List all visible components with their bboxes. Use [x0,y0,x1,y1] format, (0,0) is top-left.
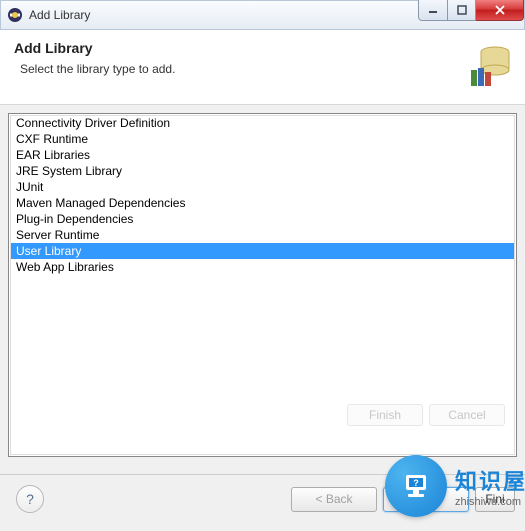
window-controls [418,0,524,21]
ghost-cancel-button: Cancel [429,404,505,426]
library-icon [467,40,511,88]
list-item[interactable]: JUnit [10,179,515,195]
watermark-badge-icon: ? [385,455,447,517]
page-subtitle: Select the library type to add. [14,62,175,76]
maximize-button[interactable] [448,0,476,21]
list-item[interactable]: CXF Runtime [10,131,515,147]
minimize-button[interactable] [418,0,448,21]
svg-text:?: ? [413,478,419,488]
window-title: Add Library [29,8,90,22]
header-text: Add Library Select the library type to a… [14,40,175,76]
titlebar: Add Library [0,0,525,30]
ghost-finish-button: Finish [347,404,423,426]
list-item[interactable]: EAR Libraries [10,147,515,163]
list-item[interactable]: User Library [10,243,515,259]
help-button[interactable]: ? [16,485,44,513]
list-item[interactable]: Plug-in Dependencies [10,211,515,227]
list-item[interactable]: Connectivity Driver Definition [10,115,515,131]
list-item[interactable]: Web App Libraries [10,259,515,275]
list-item[interactable]: Server Runtime [10,227,515,243]
watermark-cn: 知识屋 [455,464,525,496]
watermark: ? 知识屋 zhishiwu.com [385,455,525,517]
list-item[interactable]: Maven Managed Dependencies [10,195,515,211]
dialog-header: Add Library Select the library type to a… [0,30,525,105]
page-title: Add Library [14,40,175,56]
watermark-text: 知识屋 zhishiwu.com [455,464,525,508]
watermark-url: zhishiwu.com [455,496,521,508]
background-buttons: Finish Cancel [347,404,505,426]
app-icon [7,7,23,23]
list-item[interactable]: JRE System Library [10,163,515,179]
back-button[interactable]: < Back [291,487,377,512]
close-button[interactable] [476,0,524,21]
